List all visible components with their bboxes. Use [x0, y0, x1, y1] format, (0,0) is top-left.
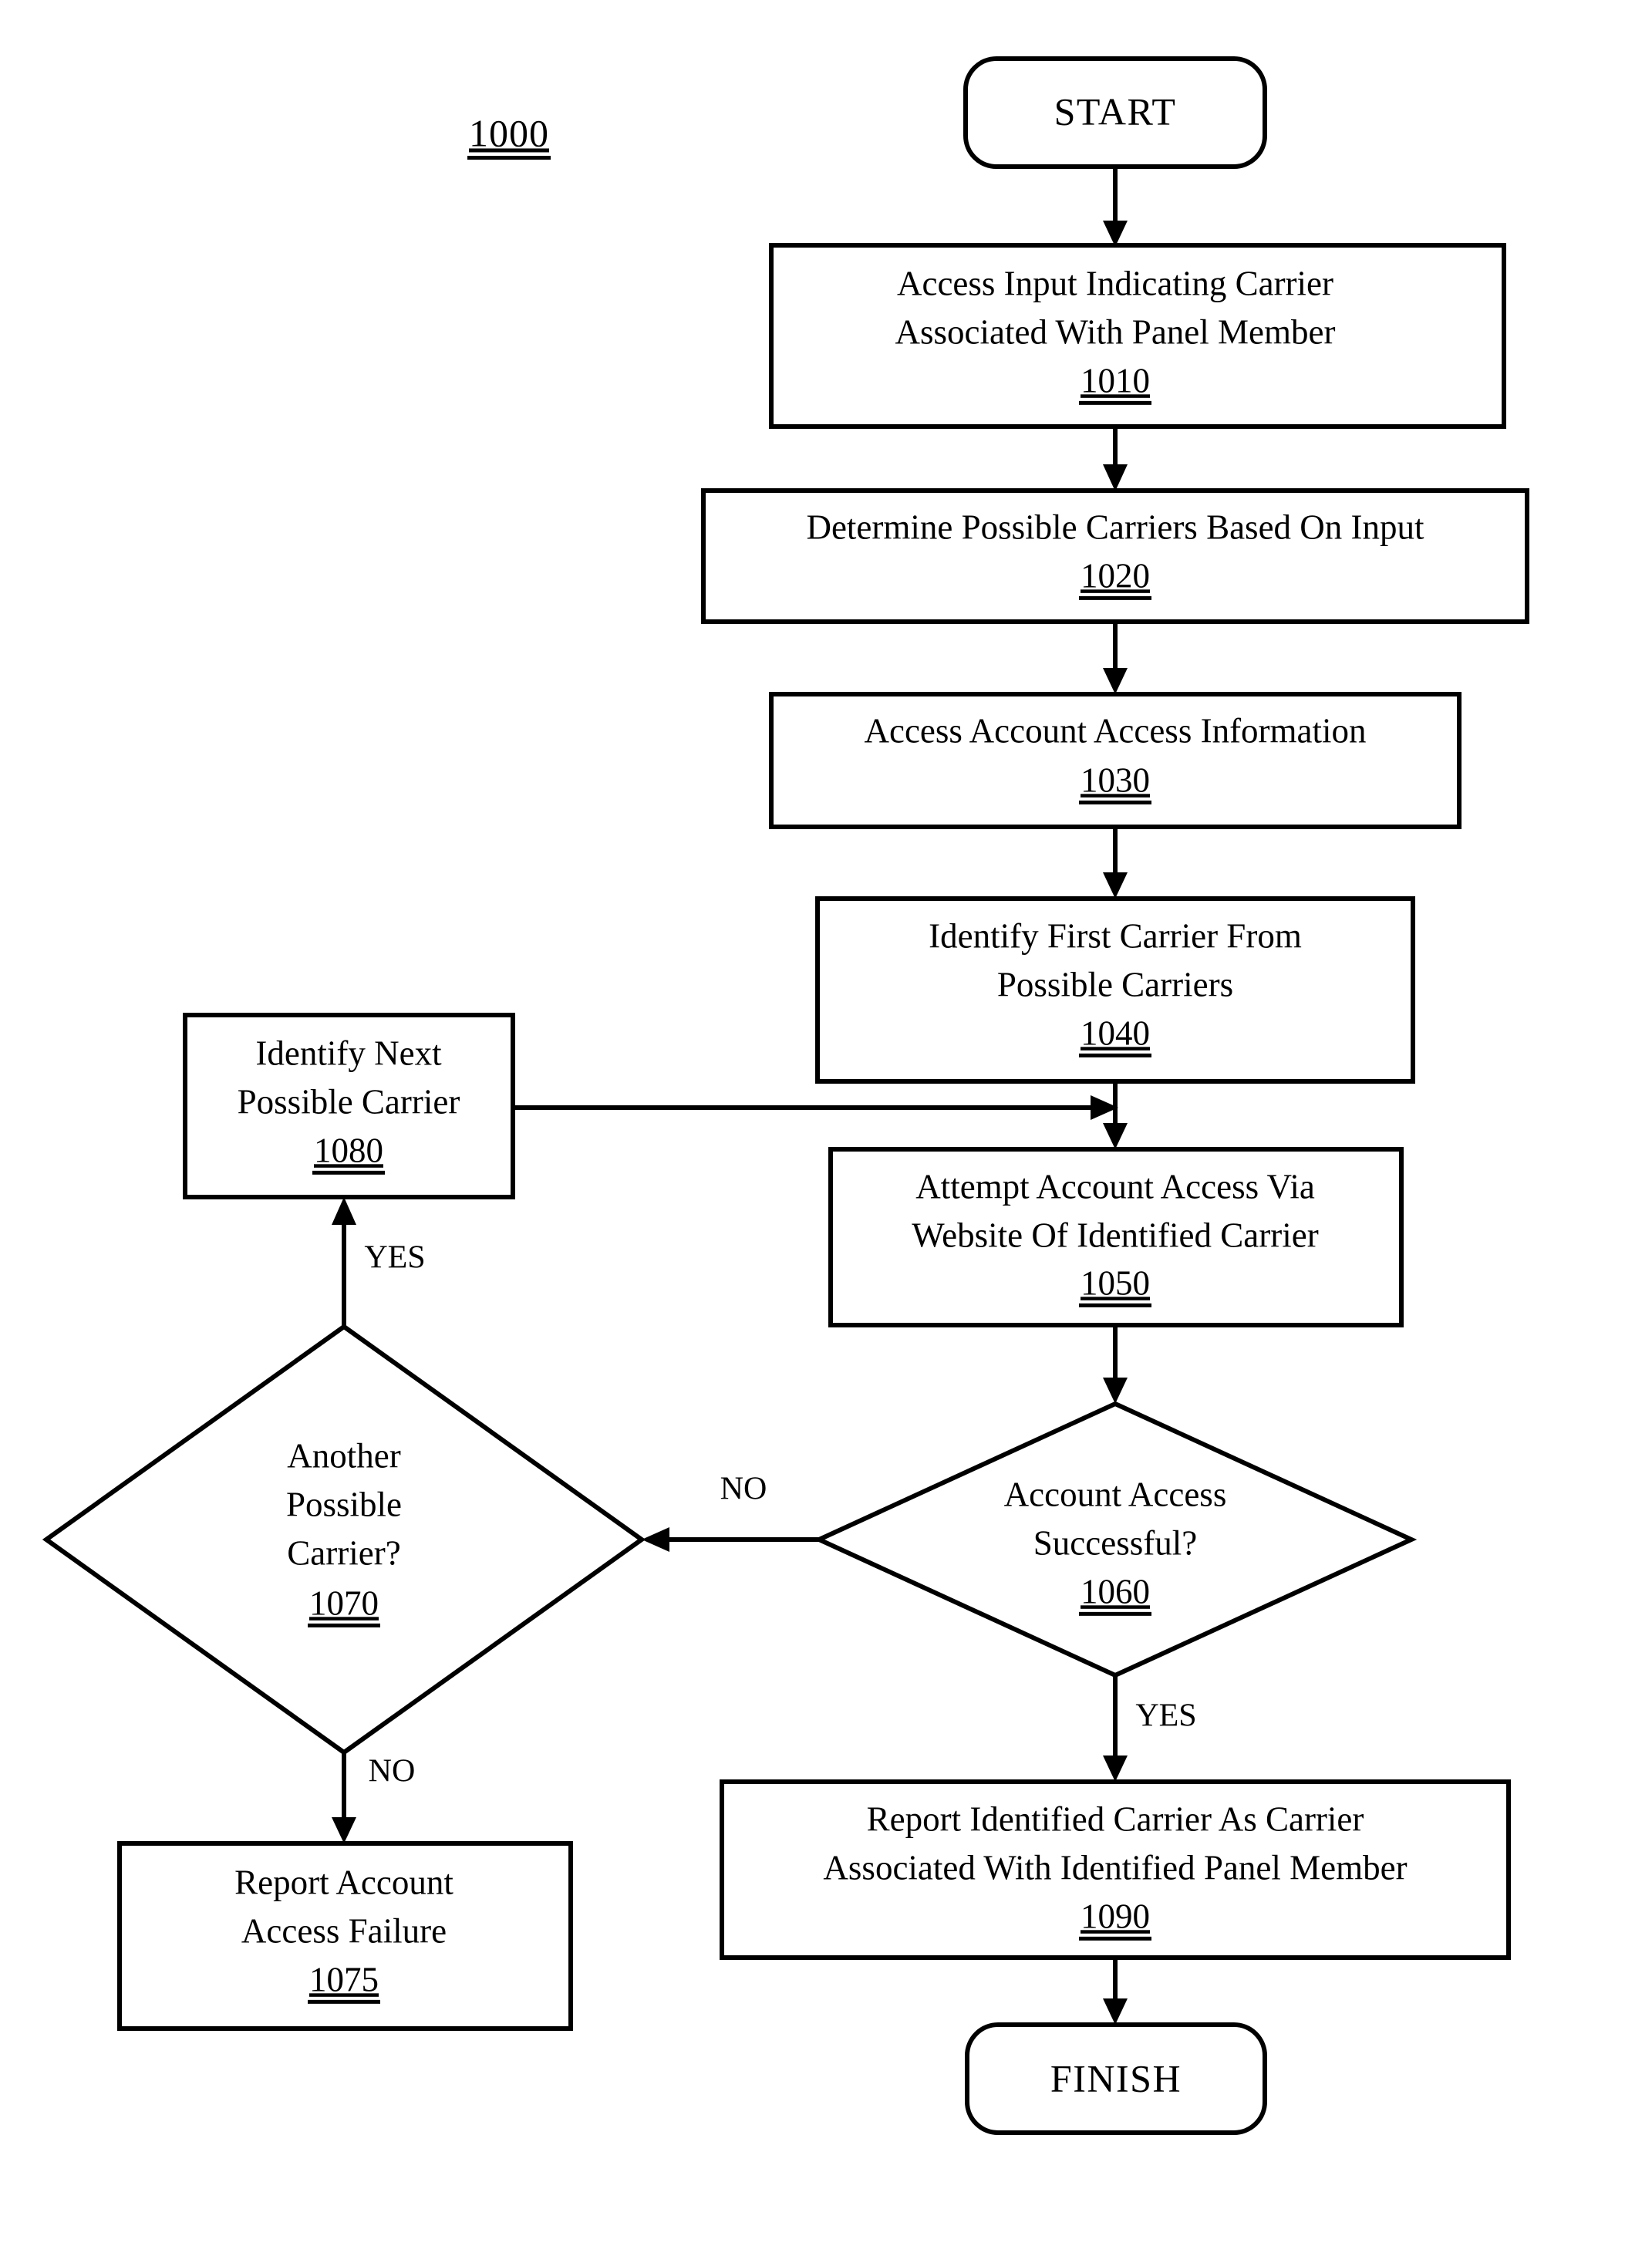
node-1070-ref: 1070 — [309, 1584, 379, 1622]
edge-1050-to-1060 — [1103, 1325, 1128, 1404]
node-1080-line2: Possible Carrier — [238, 1082, 460, 1121]
edge-start-to-1010 — [1103, 167, 1128, 247]
node-1050-line2: Website Of Identified Carrier — [912, 1216, 1318, 1254]
edge-label-no-1060: NO — [720, 1472, 767, 1507]
arrowhead-icon — [1103, 1378, 1128, 1404]
arrowhead-icon — [332, 1817, 356, 1843]
edge-1020-to-1030 — [1103, 622, 1128, 694]
arrowhead-icon — [332, 1197, 356, 1225]
node-1070-line3: Carrier? — [287, 1533, 400, 1572]
node-1020-line1: Determine Possible Carriers Based On Inp… — [806, 508, 1424, 546]
node-1010[interactable]: Access Input Indicating Carrier Associat… — [769, 243, 1506, 429]
node-1070-line2: Possible — [286, 1485, 402, 1523]
node-1040[interactable]: Identify First Carrier From Possible Car… — [815, 896, 1415, 1084]
finish-label: FINISH — [1050, 2056, 1182, 2100]
arrowhead-icon — [1103, 1998, 1128, 2025]
figure-label: 1000 — [467, 111, 551, 160]
node-1040-line2: Possible Carriers — [997, 965, 1233, 1003]
node-1080-line1: Identify Next — [255, 1034, 442, 1072]
node-1050-line1: Attempt Account Access Via — [915, 1167, 1315, 1206]
flowchart-svg: 1000 START Access Input Indicating Carri… — [42, 56, 1529, 2135]
edge-label-no-1070: NO — [369, 1754, 416, 1789]
node-1090-line2: Associated With Identified Panel Member — [823, 1848, 1407, 1887]
node-1010-line2: Associated With Panel Member — [895, 312, 1336, 351]
arrowhead-icon — [1103, 464, 1128, 491]
edge-1060-yes-to-1090: YES — [1103, 1675, 1197, 1782]
edge-1010-to-1020 — [1103, 427, 1128, 491]
arrowhead-icon — [1103, 221, 1128, 247]
edge-1030-to-1040 — [1103, 827, 1128, 899]
flowchart-canvas: 1000 START Access Input Indicating Carri… — [0, 0, 1652, 2253]
node-1075-ref: 1075 — [309, 1960, 379, 1998]
arrowhead-icon — [642, 1527, 669, 1552]
node-1010-ref: 1010 — [1081, 361, 1150, 400]
node-1030[interactable]: Access Account Access Information 1030 — [769, 692, 1462, 829]
node-1070-line1: Another — [287, 1436, 400, 1475]
arrowhead-icon — [1103, 668, 1128, 694]
node-1080[interactable]: Identify Next Possible Carrier 1080 — [183, 1013, 515, 1199]
edge-label-yes-1070: YES — [364, 1240, 425, 1276]
arrowhead-icon — [1103, 872, 1128, 899]
node-1040-ref: 1040 — [1081, 1014, 1150, 1052]
edge-1070-yes-to-1080: YES — [332, 1197, 426, 1327]
edge-1040-to-1050 — [1103, 1081, 1128, 1149]
node-1075-line1: Report Account — [234, 1863, 453, 1901]
node-1030-ref: 1030 — [1081, 761, 1150, 799]
node-1060-ref: 1060 — [1081, 1572, 1150, 1610]
node-1040-line1: Identify First Carrier From — [929, 916, 1302, 955]
node-1075[interactable]: Report Account Access Failure 1075 — [117, 1841, 573, 2031]
node-1030-line1: Access Account Access Information — [864, 711, 1366, 750]
node-1060[interactable]: Account Access Successful? 1060 — [813, 1401, 1418, 1678]
node-1050-ref: 1050 — [1081, 1263, 1150, 1302]
node-1075-line2: Access Failure — [241, 1911, 447, 1950]
edge-1090-to-finish — [1103, 1958, 1128, 2025]
edge-1070-no-to-1075: NO — [332, 1752, 415, 1843]
arrowhead-icon — [1103, 1123, 1128, 1149]
node-1070[interactable]: Another Possible Carrier? 1070 — [42, 1324, 646, 1756]
node-1020-ref: 1020 — [1081, 556, 1150, 595]
node-1020[interactable]: Determine Possible Carriers Based On Inp… — [701, 488, 1529, 624]
node-1010-line1: Access Input Indicating Carrier — [897, 264, 1333, 302]
node-1060-line2: Successful? — [1033, 1523, 1197, 1562]
edge-1080-to-1050 — [513, 1095, 1118, 1120]
node-1090-line1: Report Identified Carrier As Carrier — [867, 1799, 1364, 1838]
node-start[interactable]: START — [963, 56, 1267, 169]
node-finish[interactable]: FINISH — [965, 2022, 1267, 2135]
figure-label-text: 1000 — [469, 111, 549, 154]
node-1090[interactable]: Report Identified Carrier As Carrier Ass… — [720, 1779, 1511, 1960]
start-label: START — [1054, 89, 1177, 133]
arrowhead-icon — [1103, 1756, 1128, 1782]
edge-1060-no-to-1070: NO — [642, 1472, 819, 1552]
node-1090-ref: 1090 — [1081, 1897, 1150, 1935]
node-1060-line1: Account Access — [1004, 1475, 1227, 1513]
node-1080-ref: 1080 — [314, 1131, 383, 1169]
node-1050[interactable]: Attempt Account Access Via Website Of Id… — [828, 1147, 1404, 1327]
edge-label-yes-1060: YES — [1135, 1698, 1196, 1734]
